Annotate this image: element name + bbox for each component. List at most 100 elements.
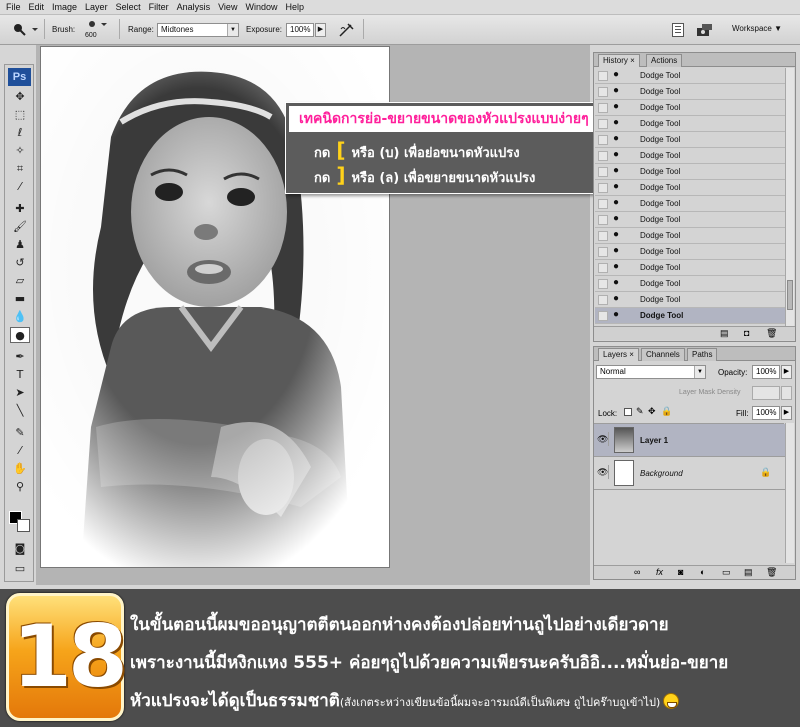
opacity-slider-arrow[interactable]: ▶ — [781, 365, 792, 379]
clone-stamp-tool-icon[interactable]: ♟ — [10, 237, 30, 253]
close-icon[interactable]: × — [629, 350, 634, 359]
history-item[interactable]: ● Dodge Tool — [595, 180, 785, 196]
history-source-checkbox[interactable] — [598, 135, 608, 145]
palette-well-icon[interactable] — [672, 23, 684, 37]
gradient-tool-icon[interactable]: ▬ — [10, 291, 30, 307]
crop-tool-icon[interactable]: ⌗ — [10, 161, 30, 177]
healing-brush-tool-icon[interactable]: ✚ — [10, 201, 30, 217]
history-source-checkbox[interactable] — [598, 167, 608, 177]
visibility-eye-icon[interactable]: 👁 — [597, 432, 609, 446]
eyedropper-tool-icon[interactable]: ⁄ — [10, 179, 30, 195]
layer-name[interactable]: Layer 1 — [640, 436, 668, 445]
history-source-checkbox[interactable] — [598, 183, 608, 193]
history-item[interactable]: ● Dodge Tool — [595, 276, 785, 292]
menu-edit[interactable]: Edit — [25, 2, 49, 12]
link-layers-icon[interactable]: ∞ — [634, 567, 640, 577]
menu-filter[interactable]: Filter — [145, 2, 173, 12]
blend-mode-select[interactable]: Normal ▼ — [596, 365, 706, 379]
fill-slider-arrow[interactable]: ▶ — [781, 406, 792, 420]
eraser-tool-icon[interactable]: ▱ — [10, 273, 30, 289]
history-item[interactable]: ● Dodge Tool — [595, 228, 785, 244]
history-source-checkbox[interactable] — [598, 103, 608, 113]
menu-layer[interactable]: Layer — [81, 2, 112, 12]
history-item[interactable]: ● Dodge Tool — [595, 260, 785, 276]
menu-select[interactable]: Select — [112, 2, 145, 12]
lock-position-icon[interactable]: ✥ — [648, 406, 656, 417]
history-source-checkbox[interactable] — [598, 231, 608, 241]
history-source-checkbox[interactable] — [598, 279, 608, 289]
dodge-tool-preset-icon[interactable] — [10, 21, 38, 37]
exposure-slider-arrow[interactable]: ▶ — [315, 23, 326, 37]
layer-row-background[interactable]: 👁 Background 🔒 — [594, 457, 794, 490]
layer-row-layer-1[interactable]: 👁 Layer 1 — [594, 424, 794, 457]
menu-window[interactable]: Window — [241, 2, 281, 12]
bridge-icon[interactable] — [696, 22, 716, 38]
snapshot-icon[interactable]: ◘ — [744, 328, 749, 338]
history-source-checkbox[interactable] — [598, 151, 608, 161]
history-item[interactable]: ● Dodge Tool — [595, 196, 785, 212]
fill-input[interactable]: 100% — [752, 406, 780, 420]
background-color-swatch[interactable] — [17, 519, 30, 532]
new-layer-icon[interactable]: ▤ — [744, 567, 753, 578]
history-item[interactable]: ● Dodge Tool — [595, 292, 785, 308]
trash-icon[interactable]: 🗑 — [766, 567, 777, 578]
airbrush-icon[interactable] — [338, 21, 356, 39]
tab-history[interactable]: History × — [598, 54, 640, 67]
menu-help[interactable]: Help — [281, 2, 308, 12]
layer-mask-icon[interactable]: ◙ — [678, 567, 683, 577]
visibility-eye-icon[interactable]: 👁 — [597, 465, 609, 479]
lasso-tool-icon[interactable]: ℓ — [10, 125, 30, 141]
scroll-thumb[interactable] — [787, 280, 793, 310]
group-icon[interactable]: ▭ — [722, 567, 731, 578]
tab-actions[interactable]: Actions — [646, 54, 683, 67]
move-tool-icon[interactable]: ✥ — [10, 89, 30, 105]
history-source-checkbox[interactable] — [598, 215, 608, 225]
quick-mask-icon[interactable]: ◙ — [10, 541, 30, 557]
layers-scrollbar[interactable] — [785, 423, 794, 563]
pen-tool-icon[interactable]: ✒ — [10, 349, 30, 365]
history-item[interactable]: ● Dodge Tool — [595, 116, 785, 132]
history-source-checkbox[interactable] — [598, 263, 608, 273]
type-tool-icon[interactable]: T — [10, 367, 30, 383]
history-source-checkbox[interactable] — [598, 247, 608, 257]
lock-pixels-icon[interactable]: ✎ — [636, 406, 644, 417]
history-item[interactable]: ● Dodge Tool — [595, 164, 785, 180]
history-brush-tool-icon[interactable]: ↺ — [10, 255, 30, 271]
trash-icon[interactable]: 🗑 — [766, 328, 777, 339]
menu-file[interactable]: File — [2, 2, 25, 12]
blur-tool-icon[interactable]: 💧 — [10, 309, 30, 325]
history-item[interactable]: ● Dodge Tool — [595, 308, 785, 324]
path-selection-tool-icon[interactable]: ➤ — [10, 385, 30, 401]
menu-image[interactable]: Image — [48, 2, 81, 12]
history-item[interactable]: ● Dodge Tool — [595, 84, 785, 100]
dodge-tool-icon[interactable]: ● — [10, 327, 30, 343]
layer-style-icon[interactable]: fx — [656, 567, 663, 577]
menu-analysis[interactable]: Analysis — [173, 2, 215, 12]
history-item[interactable]: ● Dodge Tool — [595, 244, 785, 260]
brush-tool-icon[interactable]: 🖌 — [10, 219, 30, 235]
exposure-input[interactable]: 100% — [286, 23, 314, 37]
history-source-checkbox[interactable] — [598, 119, 608, 129]
opacity-input[interactable]: 100% — [752, 365, 780, 379]
tab-layers[interactable]: Layers × — [598, 348, 639, 361]
history-source-checkbox[interactable] — [598, 199, 608, 209]
history-item[interactable]: ● Dodge Tool — [595, 132, 785, 148]
hand-tool-icon[interactable]: ✋ — [10, 461, 30, 477]
adjustment-layer-icon[interactable]: ◐ — [700, 567, 705, 577]
menu-view[interactable]: View — [214, 2, 241, 12]
history-item[interactable]: ● Dodge Tool — [595, 148, 785, 164]
marquee-tool-icon[interactable]: ⬚ — [10, 107, 30, 123]
range-select[interactable]: Midtones ▼ — [157, 23, 239, 37]
history-item[interactable]: ● Dodge Tool — [595, 100, 785, 116]
close-icon[interactable]: × — [630, 56, 635, 65]
history-item[interactable]: ● Dodge Tool — [595, 212, 785, 228]
screen-mode-icon[interactable]: ▭ — [10, 561, 30, 577]
zoom-tool-icon[interactable]: ⚲ — [10, 479, 30, 495]
lock-all-icon[interactable]: 🔒 — [661, 406, 672, 417]
lock-transparency-icon[interactable] — [624, 408, 632, 416]
tab-paths[interactable]: Paths — [687, 348, 718, 361]
workspace-menu[interactable]: Workspace ▼ — [732, 24, 792, 33]
history-source-checkbox[interactable] — [598, 71, 608, 81]
history-source-checkbox[interactable] — [598, 295, 608, 305]
magic-wand-tool-icon[interactable]: ✧ — [10, 143, 30, 159]
